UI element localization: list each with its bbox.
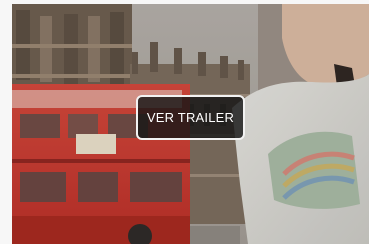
watch-trailer-button[interactable]: VER TRAILER [136,95,245,140]
trailer-card[interactable]: VER TRAILER [12,4,369,244]
